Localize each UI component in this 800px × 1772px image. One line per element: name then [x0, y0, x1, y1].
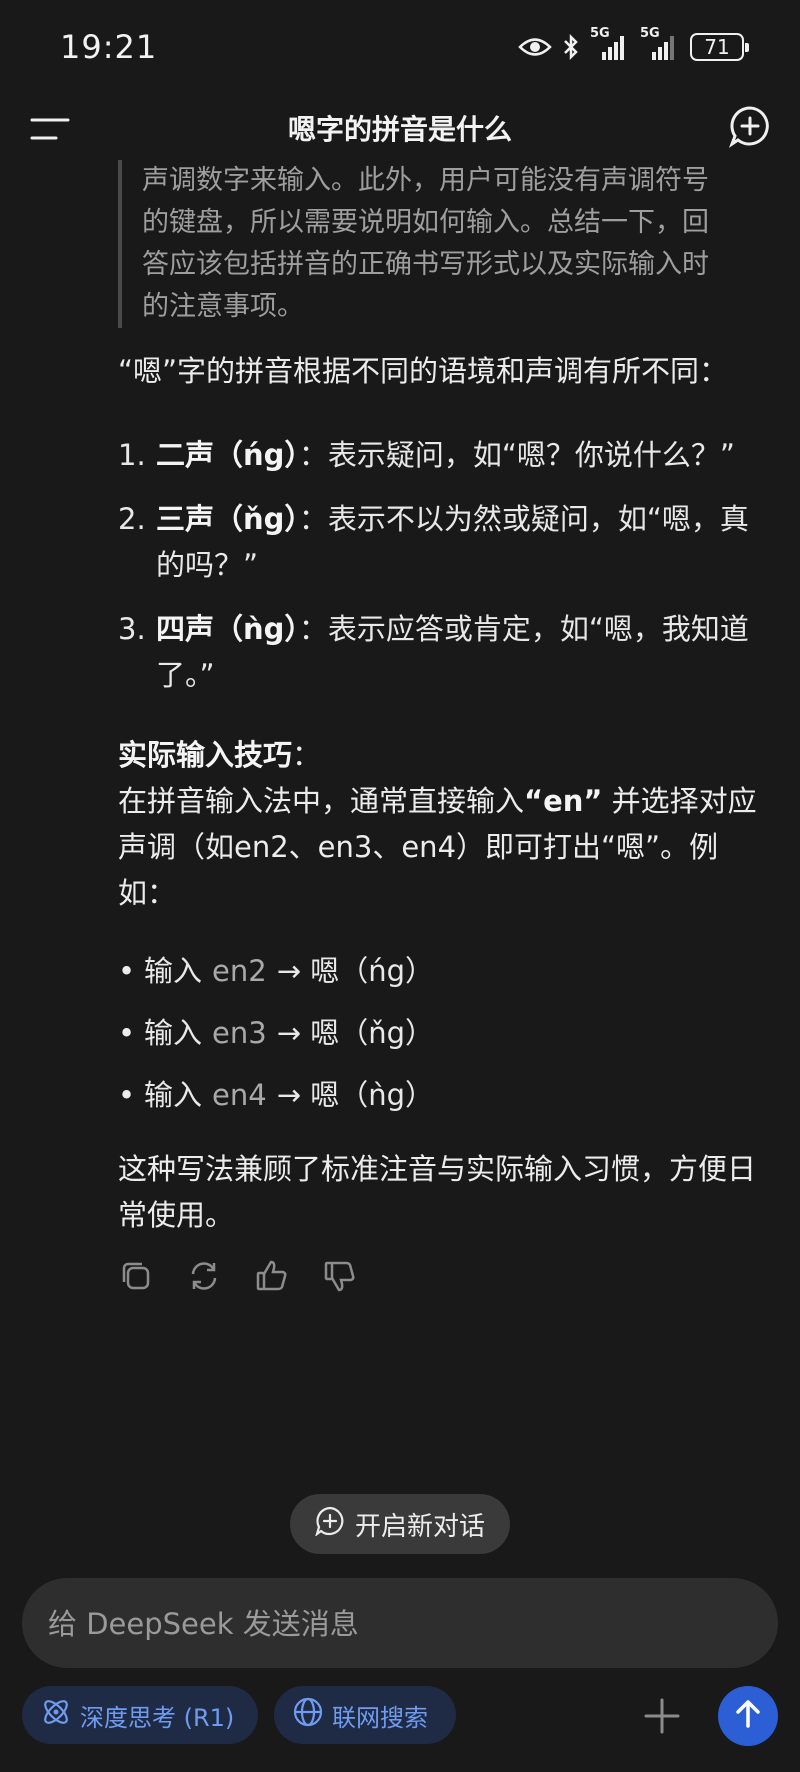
- page-title: 嗯字的拼音是什么: [287, 113, 512, 146]
- tips-heading: 实际输入技巧：: [118, 732, 768, 778]
- example-list: • 输入 en2 → 嗯（ńg） • 输入 en3 → 嗯（ňg） • 输入 e…: [118, 948, 768, 1118]
- status-icons: 5G 5G 71: [518, 26, 749, 62]
- thinking-line: 声调数字来输入。此外，用户可能没有声调符号: [142, 165, 709, 196]
- chat-content: 声调数字来输入。此外，用户可能没有声调符号 的键盘，所以需要说明如何输入。总结一…: [118, 160, 768, 1294]
- thinking-line: 答应该包括拼音的正确书写形式以及实际输入时: [142, 249, 709, 280]
- list-text: 四声（ǹg）：表示应答或肯定，如“嗯，我知道了。”: [156, 606, 768, 698]
- message-input[interactable]: [46, 1578, 750, 1670]
- list-number: 3.: [118, 612, 146, 646]
- bluetooth-icon: [562, 33, 580, 61]
- status-bar: 19:21 5G 5G 71: [0, 0, 800, 100]
- bullet: •: [118, 1016, 136, 1050]
- tone-desc: ：表示疑问，如“嗯？你说什么？”: [298, 438, 735, 472]
- list-number: 2.: [118, 502, 146, 536]
- arrow-up-icon: [733, 1699, 763, 1733]
- deep-think-toggle[interactable]: 深度思考 (R1): [22, 1686, 258, 1744]
- example-prefix: 输入: [144, 1016, 203, 1050]
- signal-icon-2: 5G: [640, 26, 680, 62]
- app-screen: 19:21 5G 5G 71 嗯字的拼音是什么 声调数字来输入。此外，用户可能没…: [0, 0, 800, 1772]
- network-type-label-2: 5G: [640, 26, 660, 41]
- message-input-container: [22, 1578, 778, 1670]
- signal-icon: 5G: [590, 26, 630, 62]
- status-time: 19:21: [60, 28, 158, 66]
- answer-intro: “嗯”字的拼音根据不同的语境和声调有所不同：: [118, 354, 729, 388]
- list-item: 3. 四声（ǹg）：表示应答或肯定，如“嗯，我知道了。”: [118, 606, 768, 698]
- tips-en: “en”: [524, 784, 603, 818]
- web-search-label: 联网搜索: [332, 1703, 428, 1732]
- list-item: • 输入 en2 → 嗯（ńg）: [118, 948, 768, 994]
- list-item: • 输入 en3 → 嗯（ňg）: [118, 1010, 768, 1056]
- thinking-block: 声调数字来输入。此外，用户可能没有声调符号 的键盘，所以需要说明如何输入。总结一…: [118, 160, 772, 328]
- list-item: • 输入 en4 → 嗯（ǹg）: [118, 1072, 768, 1118]
- deep-think-label: 深度思考 (R1): [80, 1703, 235, 1732]
- list-text: 三声（ňg）：表示不以为然或疑问，如“嗯，真的吗？”: [156, 496, 768, 588]
- bullet: •: [118, 954, 136, 988]
- globe-icon: [292, 1696, 324, 1734]
- eye-icon: [518, 36, 552, 58]
- tone-label: 二声（ńg）: [156, 438, 299, 472]
- tips-title: 实际输入技巧: [118, 738, 293, 772]
- example-prefix: 输入: [144, 954, 203, 988]
- list-item: 2. 三声（ňg）：表示不以为然或疑问，如“嗯，真的吗？”: [118, 496, 768, 588]
- answer-block: “嗯”字的拼音根据不同的语境和声调有所不同： 1. 二声（ńg）：表示疑问，如“…: [118, 348, 768, 1294]
- thumbs-up-icon[interactable]: [254, 1258, 290, 1294]
- example-result: → 嗯（ǹg）: [276, 1078, 435, 1112]
- example-prefix: 输入: [144, 1078, 203, 1112]
- new-chat-button[interactable]: 开启新对话: [290, 1494, 510, 1554]
- battery-level: 71: [704, 35, 730, 59]
- example-code: en4: [212, 1078, 267, 1112]
- thumbs-down-icon[interactable]: [322, 1258, 358, 1294]
- new-chat-icon: [315, 1506, 345, 1543]
- example-result: → 嗯（ňg）: [276, 1016, 435, 1050]
- list-number: 1.: [118, 438, 146, 472]
- input-toolbar: 深度思考 (R1) 联网搜索: [22, 1686, 778, 1746]
- tone-label: 三声（ňg）: [156, 502, 299, 536]
- answer-closing: 这种写法兼顾了标准注音与实际输入习惯，方便日常使用。: [118, 1152, 757, 1232]
- new-chat-label: 开启新对话: [354, 1511, 485, 1542]
- tone-list: 1. 二声（ńg）：表示疑问，如“嗯？你说什么？” 2. 三声（ňg）：表示不以…: [118, 432, 768, 698]
- list-item: 1. 二声（ńg）：表示疑问，如“嗯？你说什么？”: [118, 432, 768, 478]
- regenerate-icon[interactable]: [186, 1258, 222, 1294]
- tips-pre: 在拼音输入法中，通常直接输入: [118, 784, 525, 818]
- thinking-line: 的键盘，所以需要说明如何输入。总结一下，回: [142, 207, 709, 238]
- tips-colon: ：: [292, 738, 322, 772]
- atom-icon: [40, 1696, 72, 1734]
- thinking-line: 的注意事项。: [142, 291, 304, 322]
- list-text: 二声（ńg）：表示疑问，如“嗯？你说什么？”: [156, 432, 768, 478]
- tips-text: 在拼音输入法中，通常直接输入“en” 并选择对应声调（如en2、en3、en4）…: [118, 778, 768, 916]
- bullet: •: [118, 1078, 136, 1112]
- battery-icon: 71: [690, 33, 749, 61]
- plus-icon[interactable]: [640, 1694, 684, 1738]
- web-search-toggle[interactable]: 联网搜索: [274, 1686, 456, 1744]
- message-actions: [118, 1258, 768, 1294]
- tone-label: 四声（ǹg）: [156, 612, 299, 646]
- example-code: en3: [212, 1016, 267, 1050]
- new-chat-icon[interactable]: [728, 104, 772, 148]
- example-result: → 嗯（ńg）: [276, 954, 435, 988]
- network-type-label: 5G: [590, 26, 610, 41]
- header: 嗯字的拼音是什么: [0, 100, 800, 156]
- copy-icon[interactable]: [118, 1258, 154, 1294]
- send-button[interactable]: [718, 1686, 778, 1746]
- example-code: en2: [212, 954, 267, 988]
